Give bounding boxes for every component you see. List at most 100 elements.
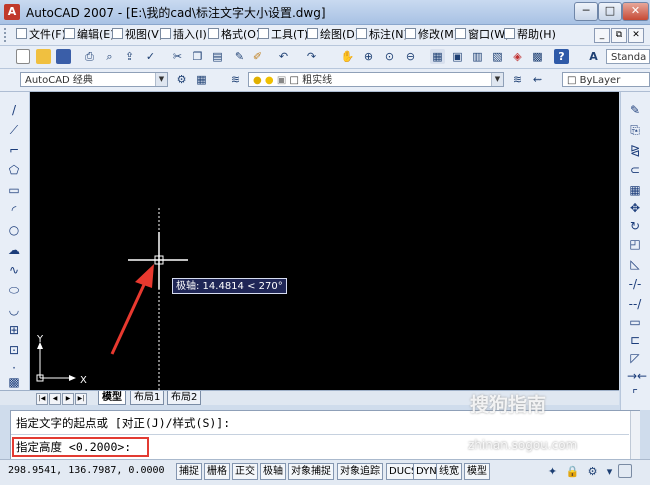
new-file-icon[interactable] [16,49,30,64]
rotate-icon[interactable]: ↻ [627,218,643,234]
menu-modify[interactable]: 修改(M) [405,27,458,43]
offset-icon[interactable]: ⊂ [627,162,643,178]
zoom-previous-icon[interactable]: ⊖ [403,49,418,64]
last-tab-button[interactable]: ▶| [75,393,87,405]
tool-palettes-icon[interactable]: ▥ [470,49,485,64]
grid-toggle[interactable]: 栅格 [204,463,230,480]
cut-icon[interactable]: ✂ [170,49,185,64]
ortho-toggle[interactable]: 正交 [232,463,258,480]
sheet-set-icon[interactable]: ▧ [490,49,505,64]
ellipse-icon[interactable]: ⬭ [6,282,22,298]
design-center-icon[interactable]: ▣ [450,49,465,64]
menu-window[interactable]: 窗口(W) [455,27,509,43]
lock-toolbar-icon[interactable]: 🔒 [565,464,580,479]
help-icon[interactable]: ? [554,49,569,64]
maximize-button[interactable]: □ [598,2,622,21]
text-style-icon[interactable]: A [586,49,601,64]
3d-publish-icon[interactable]: ✓ [143,49,158,64]
comm-center-icon[interactable]: ✦ [545,464,560,479]
menu-help[interactable]: 帮助(H) [504,27,556,43]
publish-icon[interactable]: ⇪ [122,49,137,64]
markup-icon[interactable]: ◈ [510,49,525,64]
workspace-settings-icon[interactable]: ⚙ [174,72,189,87]
drawing-area[interactable]: Y X [30,92,619,390]
construction-line-icon[interactable]: ⟋ [6,122,22,138]
line-icon[interactable]: / [6,102,22,118]
scale-icon[interactable]: ◰ [627,236,643,252]
match-properties-icon[interactable]: ✎ [232,49,247,64]
arc-icon[interactable]: ◜ [6,202,22,218]
plot-icon[interactable]: ⎙ [82,49,97,64]
save-icon[interactable] [56,49,71,64]
clean-screen-icon[interactable] [618,464,632,478]
next-tab-button[interactable]: ▶ [62,393,74,405]
otrack-toggle[interactable]: 对象追踪 [337,463,383,480]
minimize-button[interactable]: ─ [574,2,598,21]
erase-icon[interactable]: ✎ [627,102,643,118]
tab-model[interactable]: 模型 [98,391,126,405]
menu-file[interactable]: 文件(F) [16,27,66,43]
copy-icon[interactable]: ❐ [190,49,205,64]
osnap-toggle[interactable]: 对象捕捉 [288,463,334,480]
polar-toggle[interactable]: 极轴 [260,463,286,480]
tab-layout1[interactable]: 布局1 [130,391,165,405]
model-toggle[interactable]: 模型 [464,463,490,480]
command-scrollbar[interactable] [630,411,640,459]
snap-toggle[interactable]: 捕捉 [176,463,202,480]
trim-icon[interactable]: -/- [627,276,643,292]
zoom-window-icon[interactable]: ⊙ [382,49,397,64]
copy-object-icon[interactable]: ⎘ [627,122,643,138]
spline-icon[interactable]: ∿ [6,262,22,278]
fillet-icon[interactable]: ⌜ [627,386,643,402]
redo-icon[interactable]: ↷ [304,49,319,64]
menu-format[interactable]: 格式(O) [208,27,260,43]
stretch-icon[interactable]: ◺ [627,256,643,272]
prev-tab-button[interactable]: ◀ [49,393,61,405]
join-icon[interactable]: →← [627,368,647,384]
layer-select[interactable]: ● ● ▣ □ 粗实线 ▼ [248,72,504,87]
revision-cloud-icon[interactable]: ☁ [6,242,22,258]
ellipse-arc-icon[interactable]: ◡ [6,302,22,318]
open-file-icon[interactable] [36,49,51,64]
menu-view[interactable]: 视图(V) [112,27,163,43]
menu-draw[interactable]: 绘图(D) [307,27,359,43]
break-at-point-icon[interactable]: ▭ [627,314,643,330]
make-block-icon[interactable]: ⊡ [6,342,22,358]
rectangle-icon[interactable]: ▭ [6,182,22,198]
move-icon[interactable]: ✥ [627,200,643,216]
polygon-icon[interactable]: ⬠ [6,162,22,178]
mirror-icon[interactable]: ⧎ [627,142,643,158]
break-icon[interactable]: ⊏ [627,332,643,348]
pan-icon[interactable]: ✋ [340,49,355,64]
tray-settings-icon[interactable]: ⚙ [585,464,600,479]
array-icon[interactable]: ▦ [627,182,643,198]
paste-icon[interactable]: ▤ [210,49,225,64]
doc-minimize-button[interactable]: _ [594,28,610,43]
menu-insert[interactable]: 插入(I) [160,27,207,43]
layer-properties-icon[interactable]: ≋ [228,72,243,87]
undo-icon[interactable]: ↶ [276,49,291,64]
make-current-layer-icon[interactable]: ≋ [510,72,525,87]
tab-layout2[interactable]: 布局2 [167,391,202,405]
lineweight-toggle[interactable]: 线宽 [436,463,462,480]
chamfer-icon[interactable]: ◸ [627,350,643,366]
menu-edit[interactable]: 编辑(E) [64,27,115,43]
properties-icon[interactable]: ▦ [430,49,445,64]
doc-close-button[interactable]: ✕ [628,28,644,43]
zoom-realtime-icon[interactable]: ⊕ [361,49,376,64]
layer-previous-icon[interactable]: ⇜ [530,72,545,87]
command-window[interactable]: 指定文字的起点或 [对正(J)/样式(S)]: 指定高度 <0.2000>: [10,410,640,460]
calculator-icon[interactable]: ▩ [530,49,545,64]
circle-icon[interactable]: ○ [6,222,22,238]
color-select[interactable]: □ ByLayer [562,72,650,87]
toolbar-grip[interactable] [4,28,11,42]
text-style-select[interactable]: Standa [606,49,650,64]
doc-restore-button[interactable]: ⧉ [611,28,627,43]
plot-preview-icon[interactable]: ⌕ [102,49,117,64]
extend-icon[interactable]: --/ [627,296,643,312]
menu-dimension[interactable]: 标注(N) [356,27,408,43]
workspace-select[interactable]: AutoCAD 经典 ▼ [20,72,168,87]
polyline-icon[interactable]: ⌐ [6,142,22,158]
save-workspace-icon[interactable]: ▦ [194,72,209,87]
insert-block-icon[interactable]: ⊞ [6,322,22,338]
